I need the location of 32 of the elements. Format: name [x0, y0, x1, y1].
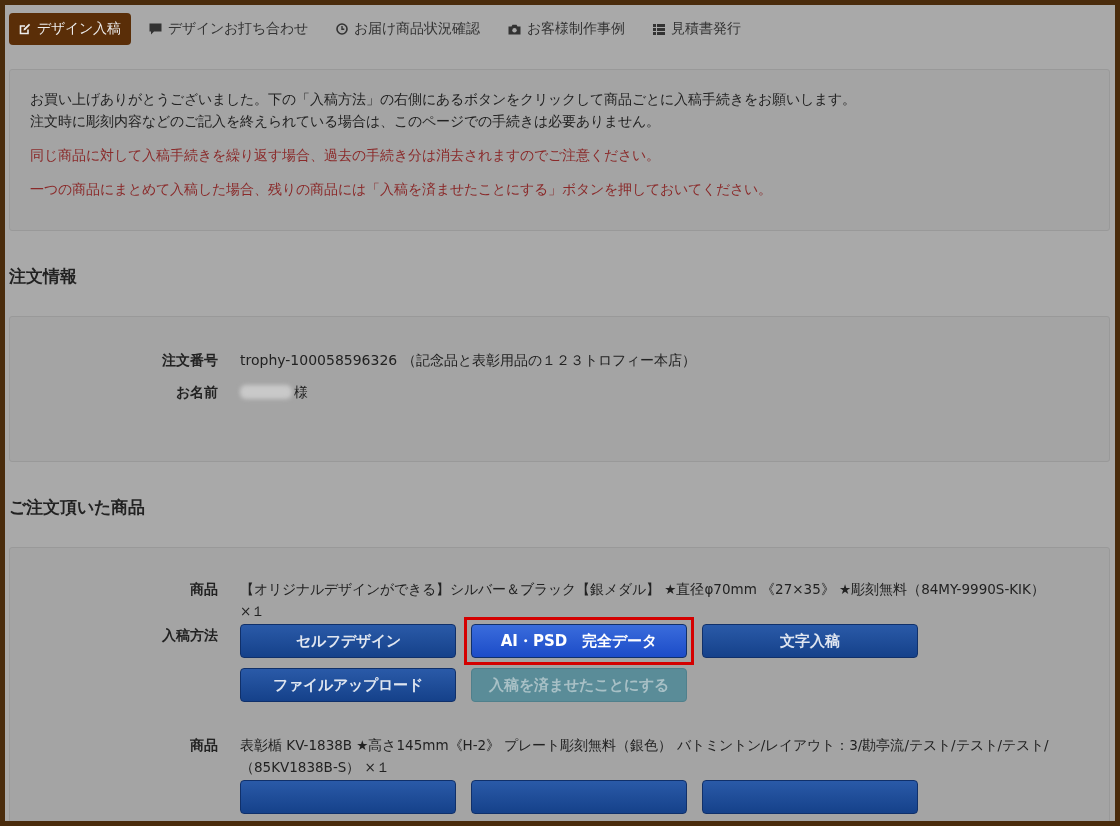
field-value: trophy-100058596326 （記念品と表彰用品の１２３トロフィー本店）	[240, 351, 696, 370]
nav-tab[interactable]: お届け商品状況確認	[326, 13, 490, 45]
product-name: 表彰楯 KV-1838B ★高さ145mm《H-2》 プレート彫刻無料（銀色） バトミントン/レイアウト：3/勘亭流/テスト/テスト/テスト/（85KV1838B-S） ×１	[240, 736, 1050, 777]
method-button[interactable]: ファイルアップロード	[240, 668, 456, 702]
method-button[interactable]	[240, 780, 456, 814]
field-label: 商品	[189, 580, 218, 599]
field-label: 入稿方法	[161, 626, 218, 645]
nav-tab[interactable]: 見積書発行	[643, 13, 751, 45]
nav-tab[interactable]: デザインお打ち合わせ	[139, 13, 318, 45]
comment-icon	[149, 23, 162, 35]
info-text: お買い上げありがとうございました。下の「入稿方法」の右側にあるボタンをクリックして商品ごとに入稿手続きをお願いします。	[30, 90, 857, 109]
nav-tab[interactable]: デザイン入稿	[9, 13, 131, 45]
method-button[interactable]	[702, 780, 918, 814]
field-label: 注文番号	[161, 351, 218, 370]
method-button[interactable]: 文字入稿	[702, 624, 918, 658]
field-value: 様	[294, 383, 308, 402]
warning-text: 一つの商品にまとめて入稿した場合、残りの商品には「入稿を済ませたことにする」ボタンを押しておいてください。	[30, 180, 773, 199]
method-button[interactable]: AI・PSD 完全データ	[471, 624, 687, 658]
clock-icon	[336, 23, 348, 35]
warning-text: 同じ商品に対して入稿手続きを繰り返す場合、過去の手続き分は消去されますのでご注意ください。	[30, 146, 661, 165]
method-button[interactable]	[471, 780, 687, 814]
field-label: 商品	[189, 736, 218, 755]
method-button[interactable]: セルフデザイン	[240, 624, 456, 658]
edit-icon	[19, 23, 31, 35]
nav-tab[interactable]: お客様制作事例	[498, 13, 635, 45]
product-name: 【オリジナルデザインができる】シルバー＆ブラック【銀メダル】 ★直径φ70mm 《27×35》 ★彫刻無料（84MY-9990S-KIK） ×１	[240, 580, 1046, 621]
field-label: お名前	[175, 383, 218, 402]
list-icon	[653, 23, 665, 35]
section-heading: 注文情報	[9, 265, 78, 288]
info-text: 注文時に彫刻内容などのご記入を終えられている場合は、このページでの手続きは必要ありません。	[30, 112, 661, 131]
camera-icon	[508, 23, 521, 35]
section-heading: ご注文頂いた商品	[9, 496, 146, 519]
